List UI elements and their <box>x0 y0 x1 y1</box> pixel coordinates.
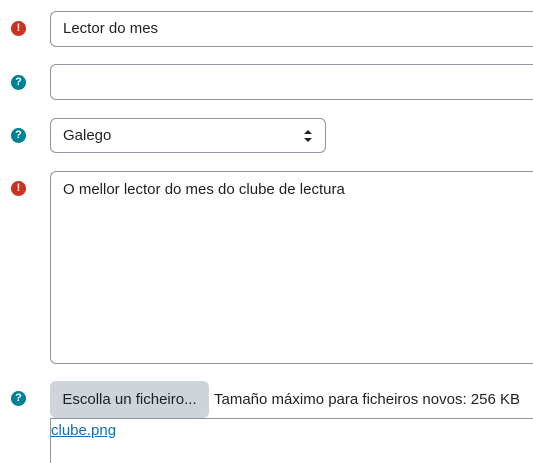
file-link[interactable]: clube.png <box>51 422 116 440</box>
question-circle-icon[interactable]: ? <box>11 391 26 406</box>
description-textarea[interactable]: O mellor lector do mes do clube de lectu… <box>50 171 533 364</box>
exclamation-circle-icon: ! <box>11 181 26 196</box>
question-circle-icon[interactable]: ? <box>11 128 26 143</box>
file-list-area <box>50 418 533 463</box>
language-select[interactable]: Galego <box>50 118 326 153</box>
name-input[interactable]: Lector do mes <box>50 11 533 47</box>
question-circle-icon[interactable]: ? <box>11 75 26 90</box>
select-chevron-icon <box>304 130 312 142</box>
exclamation-circle-icon: ! <box>11 21 26 36</box>
text-input[interactable] <box>50 64 533 100</box>
language-select-value: Galego <box>63 127 112 144</box>
max-file-size-text: Tamaño máximo para ficheiros novos: 256 … <box>214 391 520 408</box>
choose-file-button[interactable]: Escolla un ficheiro... <box>50 381 209 418</box>
